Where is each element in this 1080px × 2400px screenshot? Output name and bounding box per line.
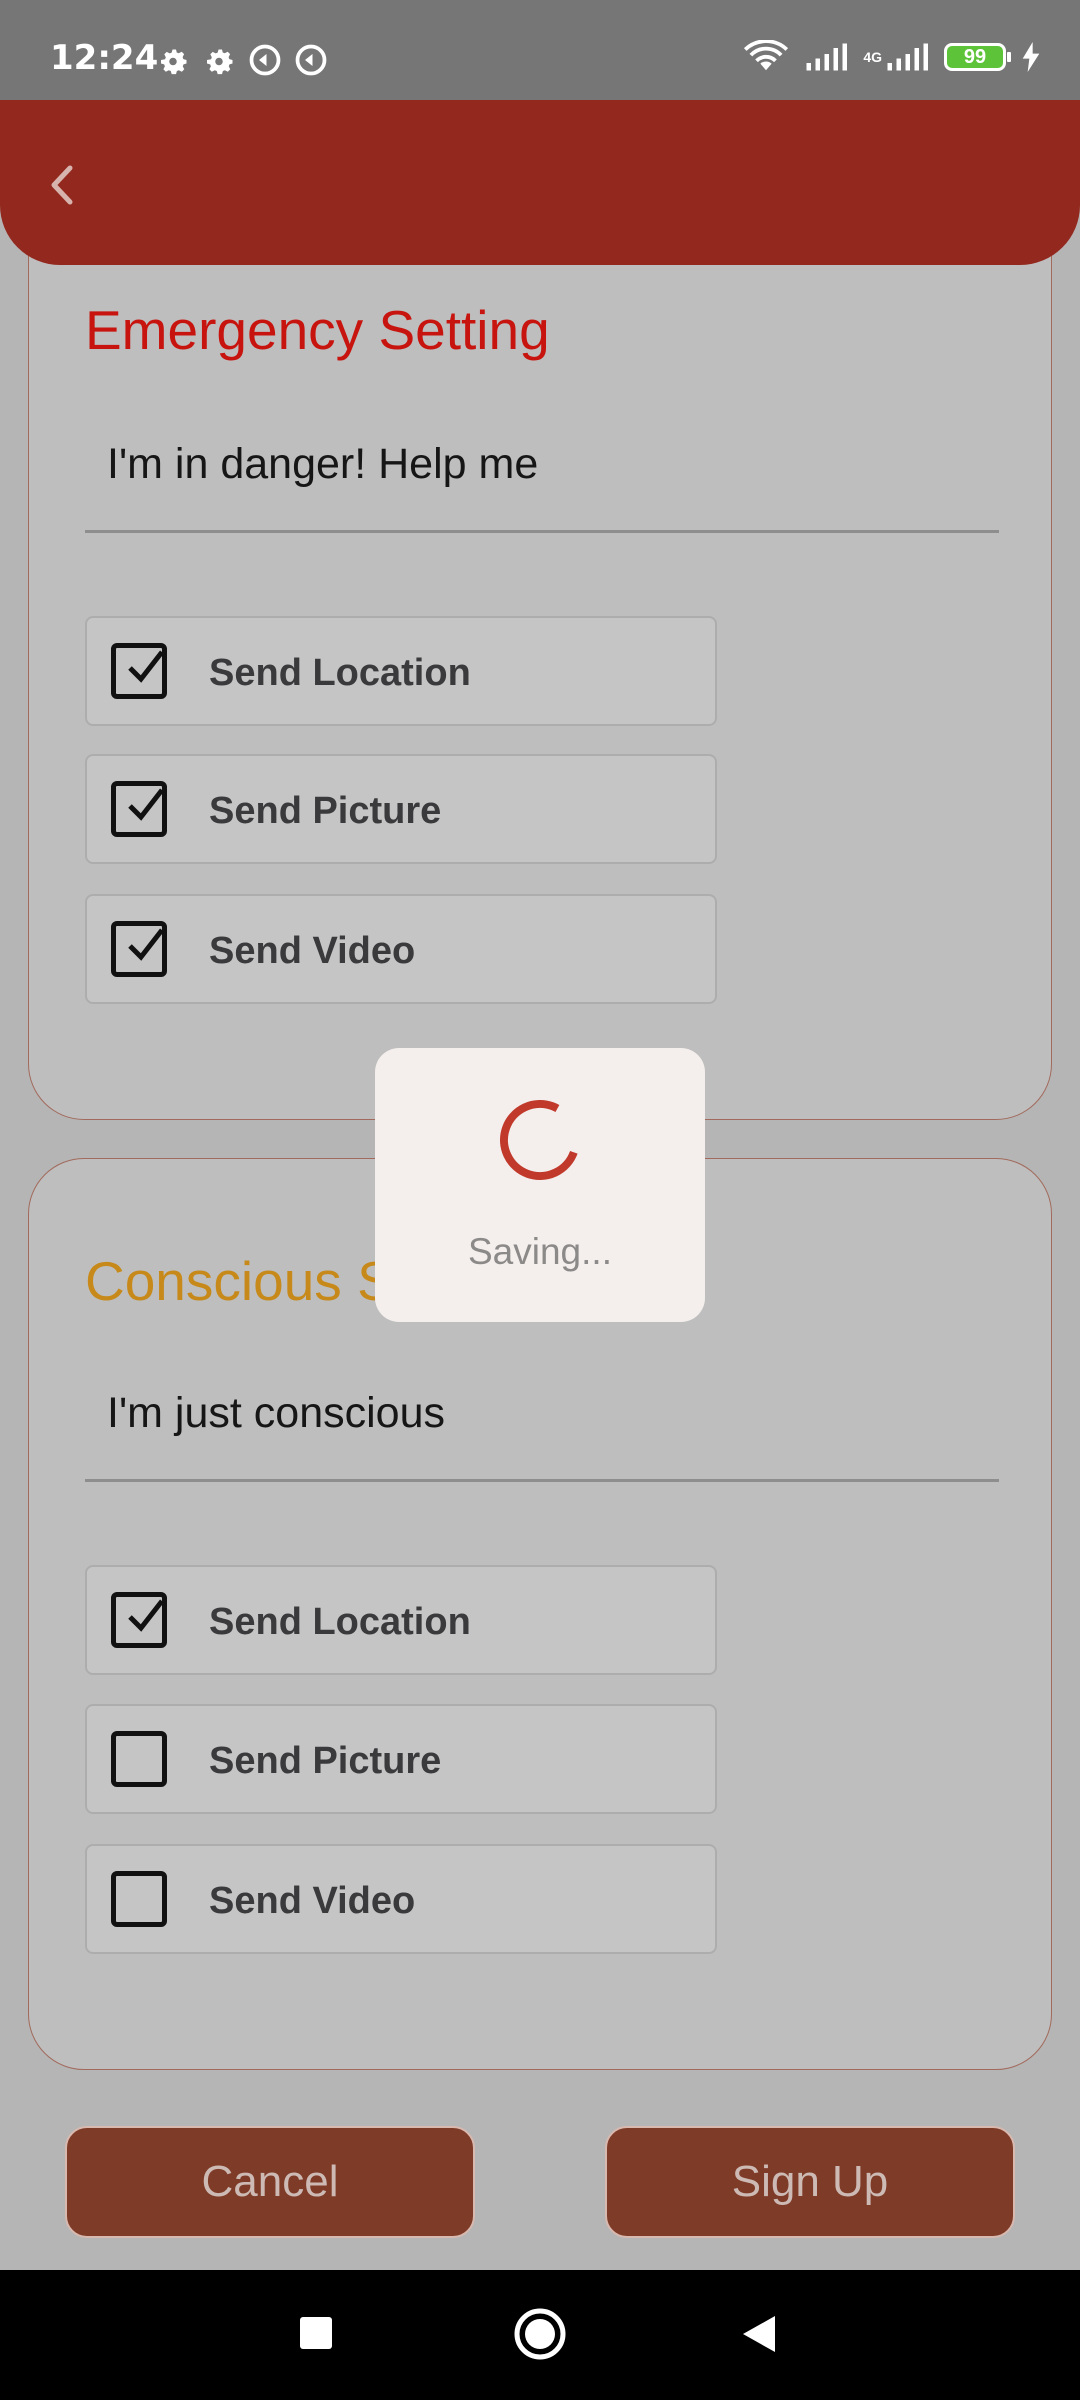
recent-apps-icon[interactable] [298, 2315, 334, 2351]
status-system-icons: 4G 99 [743, 40, 1040, 74]
checkbox-checked-icon [111, 1592, 167, 1648]
conscious-send-location-option[interactable]: Send Location [85, 1565, 717, 1675]
signal-icon [806, 43, 848, 71]
battery-icon: 99 [944, 43, 1011, 71]
battery-level: 99 [963, 46, 987, 68]
wifi-icon [744, 40, 789, 71]
conscious-send-picture-option[interactable]: Send Picture [85, 1704, 717, 1814]
emergency-send-video-option[interactable]: Send Video [85, 894, 717, 1004]
app-bar [0, 100, 1080, 265]
conscious-message-text: I'm just conscious [107, 1389, 445, 1437]
gear-icon [207, 49, 233, 75]
conscious-setting-title: Conscious S [85, 1250, 394, 1312]
saving-dialog: Saving... [375, 1048, 705, 1322]
option-label: Send Video [209, 1880, 416, 1922]
loading-spinner-icon [500, 1100, 580, 1180]
back-nav-icon[interactable] [741, 2314, 779, 2354]
conscious-send-video-option[interactable]: Send Video [85, 1844, 717, 1954]
app-notification-icon [249, 44, 281, 76]
app-notification-icon [295, 44, 327, 76]
charging-icon [1022, 42, 1040, 72]
checkbox-checked-icon [111, 921, 167, 977]
cancel-button[interactable]: Cancel [65, 2126, 475, 2238]
emergency-setting-title: Emergency Setting [85, 299, 550, 361]
back-button[interactable] [30, 150, 100, 220]
checkbox-unchecked-icon [111, 1871, 167, 1927]
chevron-left-icon [51, 165, 73, 205]
option-label: Send Location [209, 1601, 471, 1643]
option-label: Send Picture [209, 790, 442, 832]
navigation-bar [0, 2270, 1080, 2400]
emergency-message-field[interactable]: I'm in danger! Help me [85, 420, 999, 533]
checkbox-checked-icon [111, 781, 167, 837]
gear-icon [161, 49, 187, 75]
status-bar: 12:24 4G 99 [0, 0, 1080, 100]
signal-icon [887, 43, 928, 71]
option-label: Send Picture [209, 1740, 442, 1782]
status-notification-icons [155, 42, 329, 78]
checkbox-unchecked-icon [111, 1731, 167, 1787]
emergency-send-location-option[interactable]: Send Location [85, 616, 717, 726]
saving-text: Saving... [468, 1231, 612, 1272]
sign-up-button[interactable]: Sign Up [605, 2126, 1015, 2238]
checkbox-checked-icon [111, 643, 167, 699]
conscious-message-field[interactable]: I'm just conscious [85, 1369, 999, 1482]
emergency-setting-card: Emergency Setting I'm in danger! Help me… [28, 200, 1052, 1120]
emergency-send-picture-option[interactable]: Send Picture [85, 754, 717, 864]
status-time: 12:24 [50, 38, 159, 78]
emergency-message-text: I'm in danger! Help me [107, 440, 539, 488]
option-label: Send Video [209, 930, 416, 972]
network-type-label: 4G [863, 49, 882, 65]
home-icon[interactable] [513, 2307, 567, 2361]
option-label: Send Location [209, 652, 471, 694]
